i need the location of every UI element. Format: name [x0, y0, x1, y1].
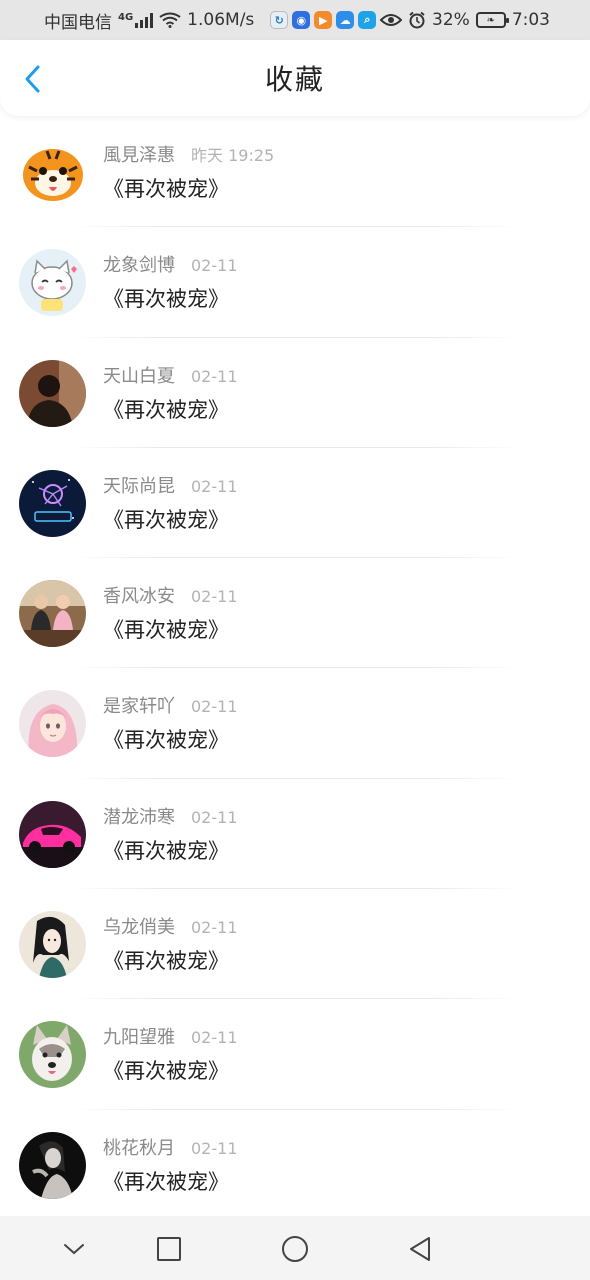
system-nav-bar [0, 1216, 590, 1280]
item-book-title[interactable]: 《再次被宠》 [103, 173, 229, 203]
item-user-name: 桃花秋月 [103, 1137, 175, 1159]
list-item[interactable]: 天际尚昆 02-11 《再次被宠》 [0, 448, 590, 559]
item-timestamp: 02-11 [191, 366, 238, 386]
item-user-name: 潜龙沛寒 [103, 806, 175, 828]
search-app-icon: ⌕ [358, 11, 377, 29]
item-timestamp: 02-11 [191, 807, 238, 827]
signal-icon [135, 12, 154, 28]
item-timestamp: 02-11 [191, 587, 238, 607]
ink-girl-avatar[interactable] [19, 911, 86, 979]
item-user-name: 九阳望雅 [103, 1027, 175, 1049]
sync-app-icon: ↻ [270, 11, 289, 29]
dark-portrait-avatar[interactable] [19, 1131, 86, 1199]
battery-icon: ❧ [475, 12, 509, 28]
husky-dog-avatar[interactable] [19, 1021, 86, 1089]
back-triangle-icon[interactable] [403, 1232, 437, 1266]
item-book-title[interactable]: 《再次被宠》 [103, 283, 229, 313]
recent-apps-icon[interactable] [152, 1232, 186, 1266]
item-timestamp: 02-11 [191, 476, 238, 496]
wifi-icon [159, 12, 181, 28]
group-photo-avatar[interactable] [19, 580, 86, 648]
list-item[interactable]: 九阳望雅 02-11 《再次被宠》 [0, 999, 590, 1110]
item-user-name: 天山白夏 [103, 365, 175, 387]
list-item[interactable]: 潜龙沛寒 02-11 《再次被宠》 [0, 779, 590, 890]
list-item[interactable]: 是家轩吖 02-11 《再次被宠》 [0, 668, 590, 779]
constellation-avatar[interactable] [19, 469, 86, 537]
chevron-down-icon[interactable] [57, 1232, 91, 1266]
status-bar: 中国电信 4G 1.06M/s ↻ ◉ ▶ ☁ ⌕ 32% ❧ 7:03 [0, 0, 590, 40]
network-speed: 1.06M/s [187, 10, 255, 30]
clock: 7:03 [511, 10, 550, 30]
carrier-label: 中国电信 [44, 12, 112, 33]
item-timestamp: 02-11 [191, 1138, 238, 1158]
item-timestamp: 02-11 [191, 256, 238, 276]
network-type-label: 4G [118, 11, 134, 23]
item-book-title[interactable]: 《再次被宠》 [103, 945, 229, 975]
item-timestamp: 02-11 [191, 697, 238, 717]
item-book-title[interactable]: 《再次被宠》 [103, 1055, 229, 1085]
list-item[interactable]: 風見泽惠 昨天 19:25 《再次被宠》 [0, 117, 590, 228]
tiger-cartoon-avatar[interactable] [19, 139, 86, 206]
cat-cartoon-avatar[interactable] [19, 249, 86, 317]
item-user-name: 香风冰安 [103, 586, 175, 608]
back-button[interactable] [16, 62, 50, 96]
home-icon[interactable] [278, 1232, 312, 1266]
anime-girl-avatar[interactable] [19, 690, 86, 758]
item-timestamp: 02-11 [191, 1028, 238, 1048]
item-book-title[interactable]: 《再次被宠》 [103, 724, 229, 754]
item-book-title[interactable]: 《再次被宠》 [103, 614, 229, 644]
item-book-title[interactable]: 《再次被宠》 [103, 1166, 229, 1196]
person-silhouette-avatar[interactable] [19, 359, 86, 427]
battery-percent: 32% [432, 10, 470, 30]
chevron-left-icon [25, 65, 40, 93]
weather-app-icon: ☁ [336, 11, 355, 29]
list-item[interactable]: 香风冰安 02-11 《再次被宠》 [0, 558, 590, 669]
alarm-icon [409, 11, 425, 29]
item-user-name: 風見泽惠 [103, 145, 175, 166]
eye-icon [380, 14, 403, 26]
page-title: 收藏 [264, 63, 325, 96]
pink-car-avatar[interactable] [19, 800, 86, 868]
item-user-name: 是家轩吖 [103, 696, 175, 718]
list-item[interactable]: 龙象剑博 02-11 《再次被宠》 [0, 227, 590, 338]
item-book-title[interactable]: 《再次被宠》 [103, 394, 229, 424]
item-user-name: 乌龙俏美 [103, 917, 175, 939]
item-book-title[interactable]: 《再次被宠》 [103, 835, 229, 865]
list-item[interactable]: 桃花秋月 02-11 《再次被宠》 [0, 1110, 590, 1220]
item-timestamp: 02-11 [191, 918, 238, 938]
list-item[interactable]: 乌龙俏美 02-11 《再次被宠》 [0, 889, 590, 1000]
favorites-list: 風見泽惠 昨天 19:25 《再次被宠》 龙象剑博 02-11 《再次被宠》 天… [0, 117, 590, 1220]
item-user-name: 天际尚昆 [103, 475, 175, 497]
top-bar: 收藏 [0, 40, 590, 116]
item-timestamp: 昨天 19:25 [191, 146, 275, 165]
list-item[interactable]: 天山白夏 02-11 《再次被宠》 [0, 338, 590, 448]
bulb-app-icon: ◉ [292, 11, 311, 29]
item-user-name: 龙象剑博 [103, 255, 175, 277]
item-book-title[interactable]: 《再次被宠》 [103, 504, 229, 534]
video-app-icon: ▶ [314, 11, 333, 29]
